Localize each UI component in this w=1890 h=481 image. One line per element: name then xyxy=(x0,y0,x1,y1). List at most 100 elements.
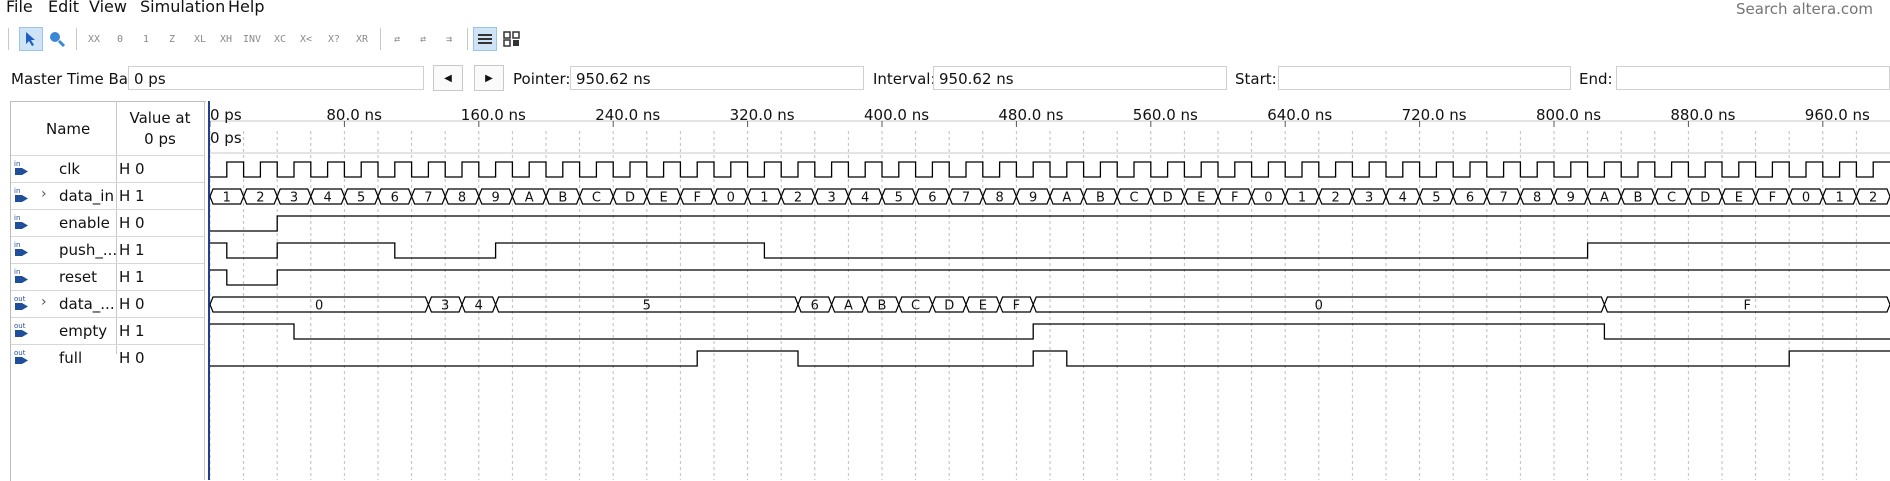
bus-value-label: 7 xyxy=(962,191,970,206)
bus-value-label: 1 xyxy=(1835,191,1843,206)
signal-value: H 1 xyxy=(119,241,145,259)
bus-value-label: B xyxy=(878,299,887,314)
search-input[interactable] xyxy=(1732,0,1890,18)
snap-to-grid-icon[interactable]: ⇄ xyxy=(385,27,409,51)
bus-value-label: F xyxy=(1743,299,1750,314)
count-value-icon[interactable]: XC xyxy=(268,27,292,51)
bus-value-label: D xyxy=(944,299,954,314)
signal-row[interactable]: out empty H 1 xyxy=(11,317,204,345)
toolbar-separator xyxy=(76,28,77,50)
menu-file[interactable]: File xyxy=(6,0,33,16)
high-impedance-icon[interactable]: Z xyxy=(160,27,184,51)
menu-simulation[interactable]: Simulation xyxy=(140,0,225,16)
bus-value-label: 4 xyxy=(1399,191,1407,206)
previous-transition-button[interactable]: ◀ xyxy=(433,65,463,91)
next-transition-button[interactable]: ▶ xyxy=(474,65,504,91)
time-tick-label: 800.0 ns xyxy=(1536,106,1601,124)
menu-view[interactable]: View xyxy=(89,0,127,16)
time-tick-label: 160.0 ns xyxy=(461,106,526,124)
bus-value-label: 2 xyxy=(794,191,802,206)
clk-waveform xyxy=(210,161,1890,178)
name-column-header[interactable]: Name xyxy=(46,120,90,138)
forcing-high-icon[interactable]: 1 xyxy=(134,27,158,51)
master-time-bar-field[interactable]: 0 ps xyxy=(128,66,424,90)
zoom-tool-icon[interactable] xyxy=(45,27,69,51)
signal-row[interactable]: in reset H 1 xyxy=(11,263,204,291)
signal-value: H 1 xyxy=(119,268,145,286)
forcing-low-icon[interactable]: 0 xyxy=(108,27,132,51)
bus-value-label: E xyxy=(1197,191,1205,206)
column-divider xyxy=(204,101,205,480)
time-tick-label: 720.0 ns xyxy=(1402,106,1467,124)
svg-text:out: out xyxy=(14,295,26,303)
overwrite-clock-icon[interactable] xyxy=(500,27,524,51)
bus-value-label: 8 xyxy=(458,191,466,206)
clock-value-icon[interactable]: X< xyxy=(294,27,318,51)
signal-name: data_... xyxy=(59,295,115,313)
bus-value-label: E xyxy=(979,299,987,314)
grid-view-icon[interactable] xyxy=(473,27,497,51)
weak-low-icon[interactable]: XL xyxy=(188,27,212,51)
end-label: End: xyxy=(1579,70,1613,88)
arbitrary-value-icon[interactable]: X? xyxy=(322,27,346,51)
bus-value-label: B xyxy=(1634,191,1643,206)
bus-value-label: 1 xyxy=(760,191,768,206)
signal-row[interactable]: out › data_... H 0 xyxy=(11,290,204,318)
bus-value-label: 7 xyxy=(424,191,432,206)
bus-value-label: 8 xyxy=(995,191,1003,206)
signal-value: H 1 xyxy=(119,187,145,205)
start-field[interactable] xyxy=(1278,66,1571,90)
bus-value-label: 3 xyxy=(827,191,835,206)
bus-value-label: F xyxy=(1769,191,1776,206)
signal-row[interactable]: in enable H 0 xyxy=(11,209,204,237)
invert-icon[interactable]: INV xyxy=(240,27,264,51)
bus-value-label: 0 xyxy=(315,299,323,314)
bus-value-label: D xyxy=(1163,191,1173,206)
expand-chevron-icon[interactable]: › xyxy=(41,294,47,310)
snap-transitions-icon[interactable]: ⇄ xyxy=(411,27,435,51)
end-field[interactable] xyxy=(1616,66,1890,90)
menu-help[interactable]: Help xyxy=(228,0,264,16)
waveform-canvas[interactable]: 0 ps 80.0 ns 160.0 ns 240.0 ns 320.0 ns 400.0… xyxy=(208,101,1890,480)
master-time-bar-label: Master Time Bar: xyxy=(11,70,139,88)
signal-row[interactable]: in clk H 0 xyxy=(11,155,204,183)
signal-value: H 0 xyxy=(119,295,145,313)
menu-edit[interactable]: Edit xyxy=(48,0,79,16)
bus-value-label: 7 xyxy=(1499,191,1507,206)
weak-high-icon[interactable]: XH xyxy=(214,27,238,51)
time-tick-label: 320.0 ns xyxy=(730,106,795,124)
bus-value-label: A xyxy=(1600,191,1609,206)
value-header-line2: 0 ps xyxy=(144,130,176,148)
signal-value: H 0 xyxy=(119,349,145,367)
random-value-icon[interactable]: XR xyxy=(350,27,374,51)
bus-value-label: F xyxy=(1013,299,1020,314)
forcing-unknown-icon[interactable]: XX xyxy=(82,27,106,51)
signal-row[interactable]: out full H 0 xyxy=(11,344,204,372)
signal-name: push_... xyxy=(59,241,118,259)
group-icon[interactable]: ⇉ xyxy=(437,27,461,51)
bus-value-label: 5 xyxy=(643,299,651,314)
input-pin-icon: in xyxy=(13,267,35,287)
interval-field[interactable]: 950.62 ns xyxy=(933,66,1227,90)
signal-row[interactable]: in › data_in H 1 xyxy=(11,182,204,210)
bus-value-label: A xyxy=(525,191,534,206)
signal-name: enable xyxy=(59,214,110,232)
pointer-field[interactable]: 950.62 ns xyxy=(570,66,864,90)
time-bar: Master Time Bar: 0 ps ◀ ▶ Pointer: 950.6… xyxy=(0,62,1890,94)
input-pin-icon: in xyxy=(13,186,35,206)
pointer-tool-icon[interactable] xyxy=(19,27,43,51)
waveform-panel[interactable]: 0 ps 80.0 ns 160.0 ns 240.0 ns 320.0 ns 400.0… xyxy=(208,101,1890,480)
time-tick-label: 400.0 ns xyxy=(864,106,929,124)
time-tick-label: 240.0 ns xyxy=(595,106,660,124)
bus-value-label: D xyxy=(625,191,635,206)
bus-value-label: A xyxy=(1062,191,1071,206)
expand-chevron-icon[interactable]: › xyxy=(41,186,47,202)
output-pin-icon: out xyxy=(13,348,35,368)
value-column-header[interactable]: Value at 0 ps xyxy=(120,108,200,150)
signal-row[interactable]: in push_... H 1 xyxy=(11,236,204,264)
bus-value-label: 9 xyxy=(1029,191,1037,206)
bus-value-label: C xyxy=(911,299,920,314)
bus-value-label: 4 xyxy=(323,191,331,206)
time-tick-label: 880.0 ns xyxy=(1670,106,1735,124)
bus-value-label: B xyxy=(1096,191,1105,206)
